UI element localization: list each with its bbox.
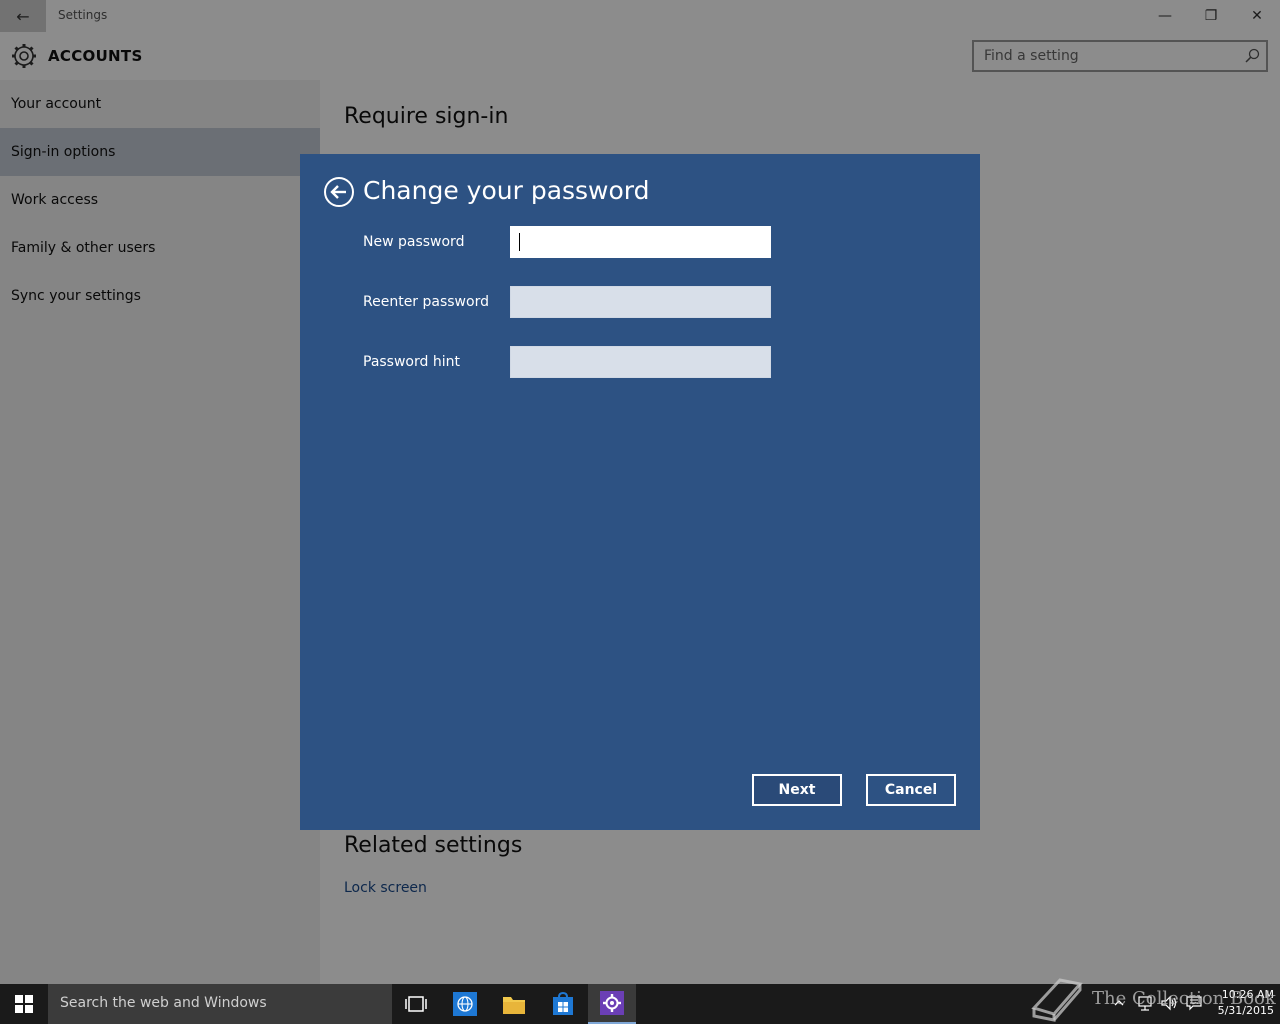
task-view-icon [405,996,427,1012]
next-button[interactable]: Next [752,774,842,806]
folder-icon [503,997,525,1014]
browser-taskbar-button[interactable] [441,984,489,1024]
store-icon [553,992,573,1015]
reenter-password-field[interactable] [510,286,771,318]
start-button[interactable] [0,984,48,1024]
store-taskbar-button[interactable] [539,984,587,1024]
dialog-title: Change your password [363,176,650,205]
settings-taskbar-button[interactable] [588,984,636,1024]
new-password-field[interactable] [510,226,771,258]
password-hint-label: Password hint [363,354,460,370]
cancel-button[interactable]: Cancel [866,774,956,806]
watermark-text: The Collection Book [1092,988,1276,1009]
taskbar-search-box[interactable]: Search the web and Windows [48,984,392,1024]
settings-gear-icon [600,991,624,1015]
file-explorer-taskbar-button[interactable] [490,984,538,1024]
change-password-dialog: Change your password New password Reente… [300,154,980,830]
taskbar-search-placeholder: Search the web and Windows [60,995,267,1011]
text-caret [519,233,520,251]
globe-icon [453,992,477,1016]
dialog-back-icon[interactable] [323,176,355,208]
reenter-password-label: Reenter password [363,294,489,310]
windows-logo-icon [15,995,33,1013]
task-view-button[interactable] [392,984,440,1024]
password-hint-field[interactable] [510,346,771,378]
new-password-label: New password [363,234,465,250]
